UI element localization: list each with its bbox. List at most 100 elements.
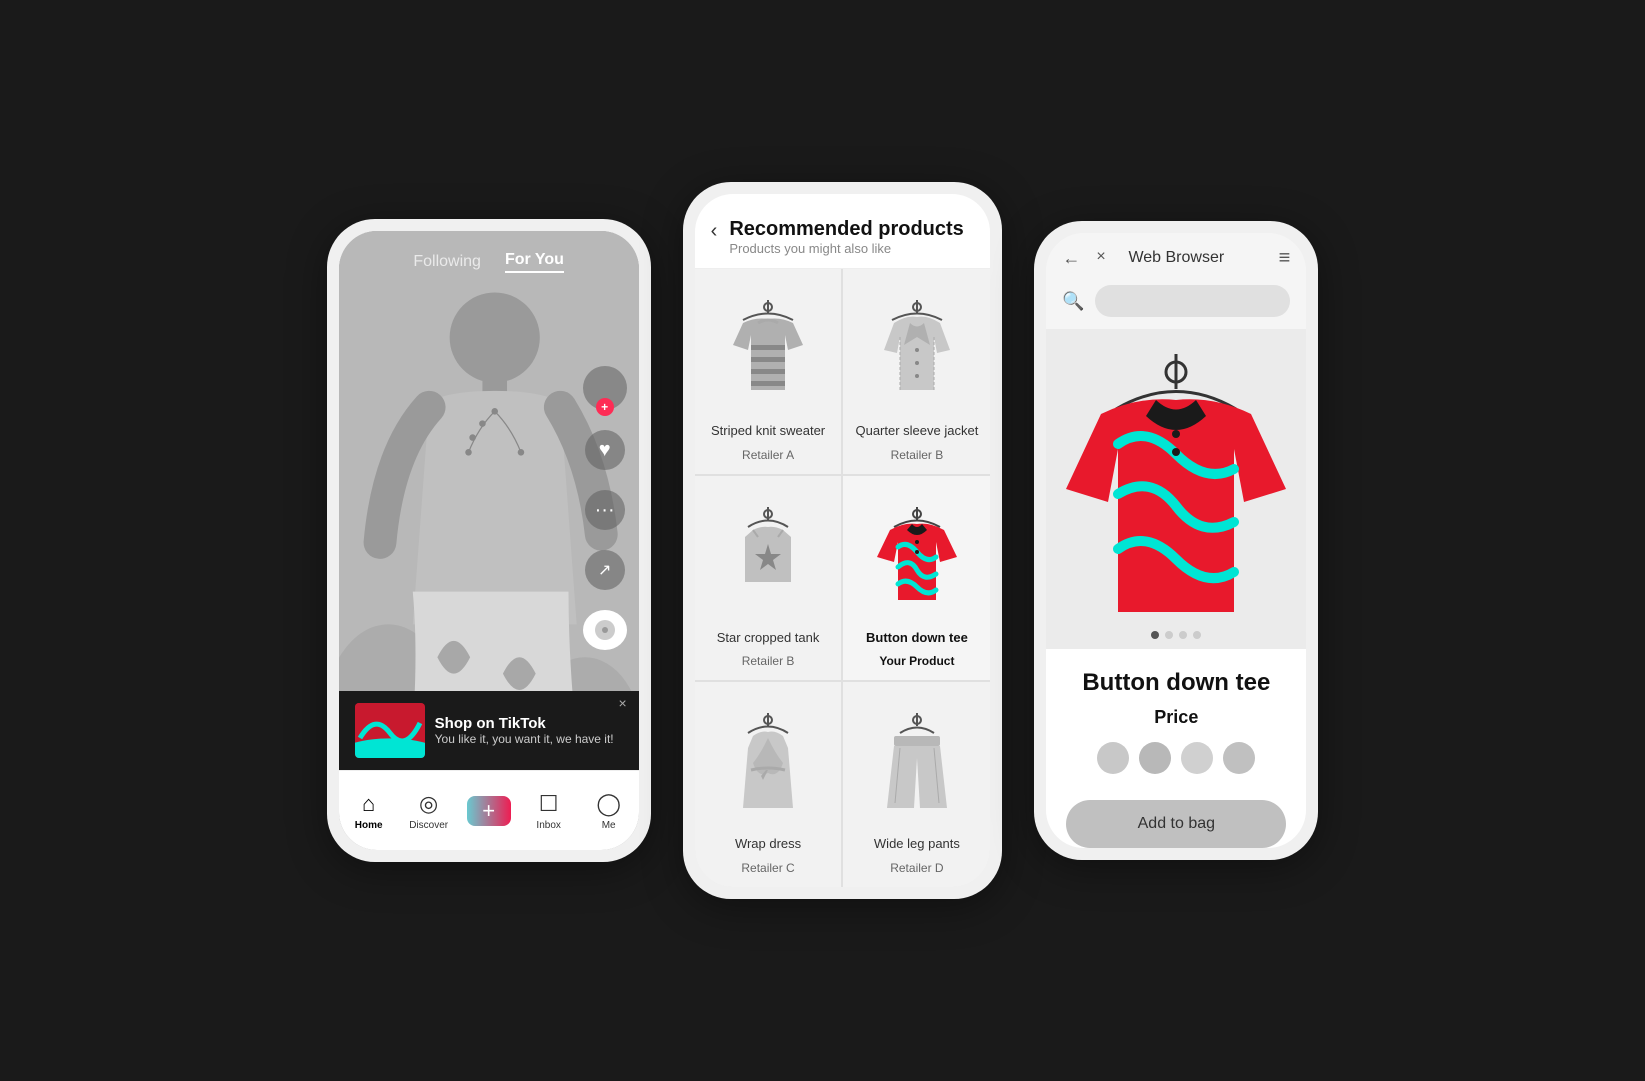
product-cell-pants[interactable]: Wide leg pants Retailer D [843,682,990,887]
browser-title: Web Browser [1128,249,1224,267]
hamburger-icon[interactable]: ≡ [1279,247,1291,270]
dot-1[interactable] [1151,631,1159,639]
for-you-tab[interactable]: For You [505,251,564,273]
dot-4[interactable] [1193,631,1201,639]
plus-icon: + [482,798,495,824]
share-icon: ↗ [585,550,625,590]
browser-screen: ← × Web Browser ≡ 🔍 [1046,233,1306,848]
tiktok-screen: Following For You [339,231,639,851]
products-subtitle: Products you might also like [729,241,963,256]
browser-nav-icons: ← × [1062,248,1105,269]
phone-2: ‹ Recommended products Products you migh… [683,182,1003,900]
tank-image [707,492,830,622]
discover-icon: ◎ [419,791,438,817]
pants-retailer: Retailer D [890,861,943,875]
swatch-1[interactable] [1097,742,1129,774]
browser-close-button[interactable]: × [1096,248,1105,269]
like-button[interactable]: ♥ [585,430,625,470]
large-product-svg [1046,344,1306,634]
sweater-name: Striped knit sweater [711,423,825,440]
image-dots [1046,631,1306,639]
share-button[interactable]: ↗ [585,550,625,590]
nav-plus[interactable]: + [459,796,519,826]
dress-retailer: Retailer C [741,861,794,875]
sweater-svg [723,295,813,405]
bottom-nav: ⌂ Home ◎ Discover + ☐ Inbox ◯ [339,770,639,850]
plus-button[interactable]: + [467,796,511,826]
inbox-icon: ☐ [539,791,559,817]
ad-banner[interactable]: Shop on TikTok You like it, you want it,… [339,691,639,770]
ad-close-button[interactable]: × [618,695,626,711]
phone-1: Following For You [327,219,651,863]
products-header: ‹ Recommended products Products you migh… [695,194,991,269]
detail-product-name: Button down tee [1082,669,1270,697]
nav-inbox[interactable]: ☐ Inbox [519,791,579,831]
product-cell-jacket[interactable]: Quarter sleeve jacket Retailer B [843,269,990,474]
dress-name: Wrap dress [735,836,801,853]
home-icon: ⌂ [362,791,375,817]
ad-wave [355,738,425,758]
swatch-4[interactable] [1223,742,1255,774]
home-label: Home [355,820,383,831]
product-cell-tank[interactable]: Star cropped tank Retailer B [695,476,842,681]
back-button[interactable]: ‹ [711,220,718,243]
tee-svg [872,502,962,612]
follow-plus-icon[interactable]: + [596,398,614,416]
pants-name: Wide leg pants [874,836,960,853]
sweater-retailer: Retailer A [742,448,794,462]
jacket-image [855,285,978,415]
browser-toolbar: 🔍 [1046,277,1306,329]
product-details: Button down tee Price [1046,649,1306,790]
dot-2[interactable] [1165,631,1173,639]
tiktok-header: Following For You [339,231,639,283]
vinyl-record [585,610,625,650]
discover-label: Discover [409,820,448,831]
ad-subtitle: You like it, you want it, we have it! [435,732,623,746]
url-bar[interactable] [1095,285,1291,317]
search-icon[interactable]: 🔍 [1062,291,1084,312]
product-cell-sweater[interactable]: Striped knit sweater Retailer A [695,269,842,474]
browser-content: Button down tee Price Add to bag [1046,329,1306,848]
me-icon: ◯ [596,791,621,817]
sweater-image [707,285,830,415]
inbox-label: Inbox [536,820,560,831]
tank-svg [723,502,813,612]
following-tab[interactable]: Following [413,253,481,271]
browser-back-button[interactable]: ← [1062,248,1080,269]
tank-retailer: Retailer B [742,654,795,668]
products-grid: Striped knit sweater Retailer A [695,269,991,888]
video-content: + ♥ ··· ↗ [339,231,639,851]
browser-header: ← × Web Browser ≡ [1046,233,1306,277]
nav-home[interactable]: ⌂ Home [339,791,399,831]
nav-discover[interactable]: ◎ Discover [399,791,459,831]
creator-avatar[interactable]: + [583,366,627,410]
nav-me[interactable]: ◯ Me [579,791,639,831]
add-to-bag-label: Add to bag [1138,815,1215,833]
tank-name: Star cropped tank [717,630,820,647]
color-swatches [1097,742,1255,774]
ad-title: Shop on TikTok [435,715,623,732]
products-screen: ‹ Recommended products Products you migh… [695,194,991,888]
swatch-2[interactable] [1139,742,1171,774]
product-cell-tee[interactable]: Button down tee Your Product [843,476,990,681]
comment-button[interactable]: ··· [585,490,625,530]
add-to-bag-button[interactable]: Add to bag [1066,800,1286,848]
jacket-svg [872,295,962,405]
ad-thumbnail [355,703,425,758]
ad-text-area: Shop on TikTok You like it, you want it,… [435,715,623,746]
product-cell-dress[interactable]: Wrap dress Retailer C [695,682,842,887]
dress-svg [723,708,813,818]
phone-3: ← × Web Browser ≡ 🔍 [1034,221,1318,860]
dot-3[interactable] [1179,631,1187,639]
product-showcase [1046,329,1306,649]
music-disc-icon [583,610,627,650]
right-sidebar: + ♥ ··· ↗ [583,366,627,650]
swatch-3[interactable] [1181,742,1213,774]
comment-icon: ··· [585,490,625,530]
tee-retailer: Your Product [879,654,954,668]
tee-name: Button down tee [866,630,968,647]
pants-svg [872,708,962,818]
pants-image [855,698,978,828]
me-label: Me [602,820,616,831]
tee-image [855,492,978,622]
